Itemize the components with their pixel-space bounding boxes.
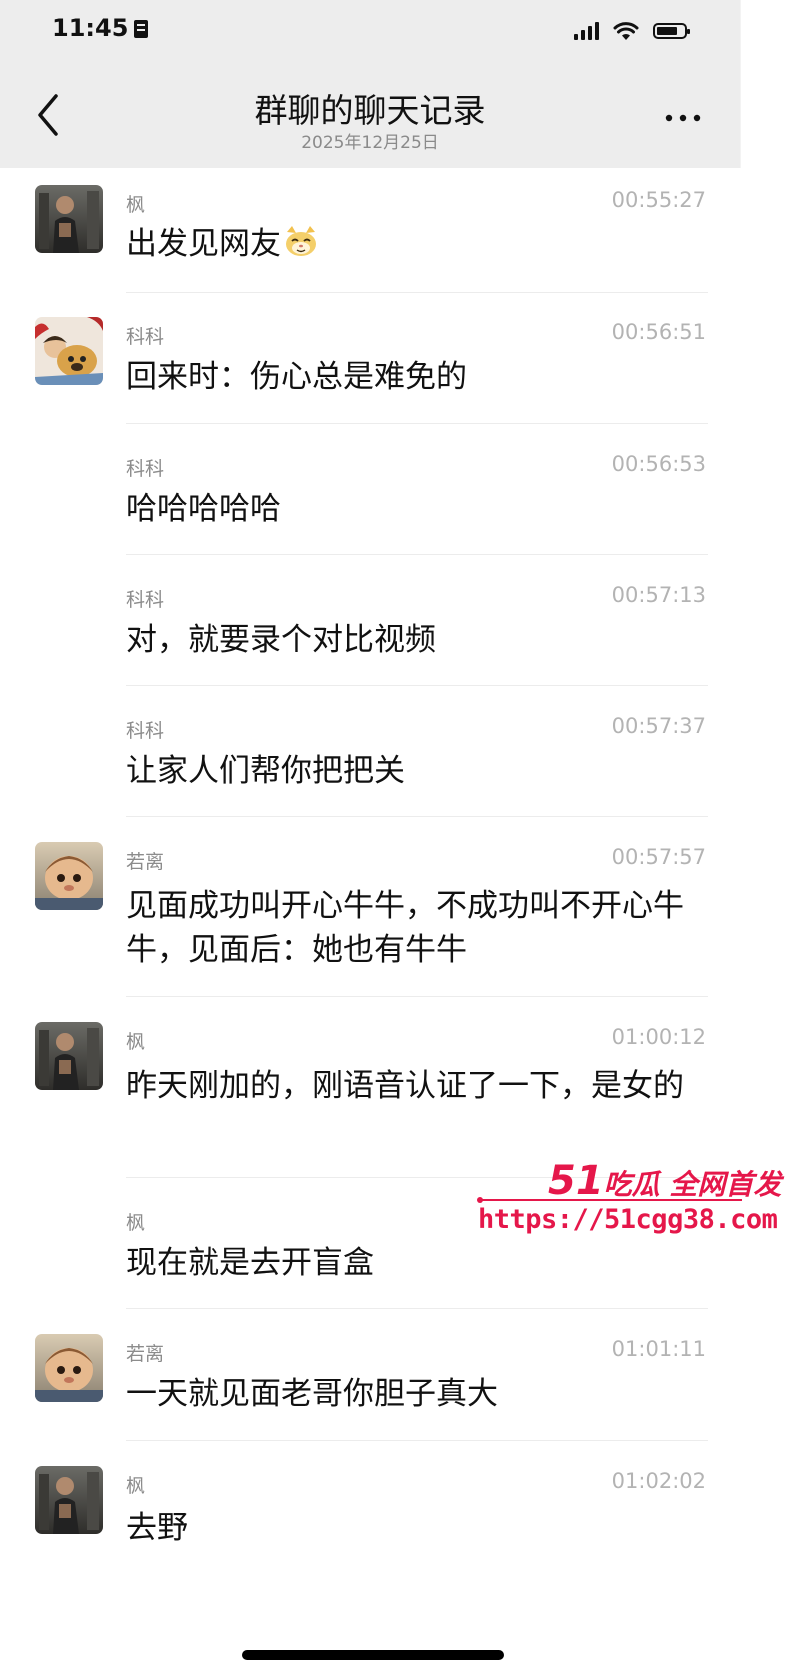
divider bbox=[126, 554, 708, 555]
message-text: 回来时：伤心总是难免的 bbox=[126, 359, 467, 395]
avatar-ruoli[interactable] bbox=[35, 1334, 103, 1402]
cat-face-icon bbox=[286, 226, 316, 256]
message-time: 00:57:57 bbox=[611, 845, 706, 869]
message-text: 哈哈哈哈哈 bbox=[126, 491, 281, 527]
avatar-keke[interactable] bbox=[35, 317, 103, 385]
top-bar: 11:45 群聊的聊天记录 2025年12月25日 bbox=[0, 0, 741, 168]
message-text: 一天就见面老哥你胆子真大 bbox=[126, 1376, 498, 1412]
page-subtitle-date: 2025年12月25日 bbox=[301, 133, 439, 153]
message-text: 昨天刚加的，刚语音认证了一下，是女的 bbox=[126, 1068, 684, 1104]
status-icons bbox=[574, 20, 690, 42]
divider bbox=[126, 1440, 708, 1441]
sender-name: 枫 bbox=[126, 194, 146, 216]
sender-name: 若离 bbox=[126, 851, 165, 873]
sender-name: 若离 bbox=[126, 1343, 165, 1365]
wifi-icon bbox=[613, 22, 639, 40]
page-title: 群聊的聊天记录 bbox=[254, 91, 486, 130]
sender-name: 科科 bbox=[126, 589, 165, 611]
message-time: 01:00:12 bbox=[611, 1025, 706, 1049]
sender-name: 枫 bbox=[126, 1212, 146, 1234]
divider bbox=[126, 685, 708, 686]
sim-card-icon bbox=[134, 20, 149, 38]
watermark-url: https://51cgg38.com bbox=[478, 1204, 778, 1235]
message-time: 00:57:37 bbox=[611, 714, 706, 738]
divider bbox=[126, 292, 708, 293]
sender-name: 科科 bbox=[126, 720, 165, 742]
message-text: 去野 bbox=[126, 1510, 188, 1546]
avatar-feng[interactable] bbox=[35, 1022, 103, 1090]
divider bbox=[126, 423, 708, 424]
message-text: 见面成功叫开心牛牛，不成功叫不开心牛牛，见面后：她也有牛牛 bbox=[126, 888, 684, 968]
message-text: 让家人们帮你把把关 bbox=[126, 753, 405, 789]
message-time: 00:55:27 bbox=[611, 188, 706, 212]
message-time: 00:57:13 bbox=[611, 583, 706, 607]
divider bbox=[126, 816, 708, 817]
sender-name: 枫 bbox=[126, 1475, 146, 1497]
sender-name: 科科 bbox=[126, 326, 165, 348]
message-time: 00:56:51 bbox=[611, 320, 706, 344]
sender-name: 枫 bbox=[126, 1031, 146, 1053]
divider bbox=[126, 1308, 708, 1309]
message-text: 现在就是去开盲盒 bbox=[126, 1245, 374, 1281]
more-options-icon[interactable] bbox=[660, 102, 706, 132]
avatar-ruoli[interactable] bbox=[35, 842, 103, 910]
message-time: 01:02:02 bbox=[611, 1469, 706, 1493]
clock-text: 11:45 bbox=[52, 14, 129, 42]
divider bbox=[126, 996, 708, 997]
message-time: 00:56:53 bbox=[611, 452, 706, 476]
message-text: 出发见网友 bbox=[126, 222, 708, 266]
avatar-feng[interactable] bbox=[35, 1466, 103, 1534]
home-indicator[interactable] bbox=[242, 1650, 504, 1660]
watermark-underline bbox=[477, 1197, 742, 1203]
message-text-content: 出发见网友 bbox=[126, 226, 281, 262]
sender-name: 科科 bbox=[126, 458, 165, 480]
battery-icon bbox=[653, 23, 690, 39]
avatar-feng[interactable] bbox=[35, 185, 103, 253]
message-text: 对，就要录个对比视频 bbox=[126, 622, 436, 658]
status-bar-time: 11:45 bbox=[52, 14, 149, 42]
message-time: 01:01:11 bbox=[611, 1337, 706, 1361]
cellular-signal-icon bbox=[574, 22, 599, 40]
